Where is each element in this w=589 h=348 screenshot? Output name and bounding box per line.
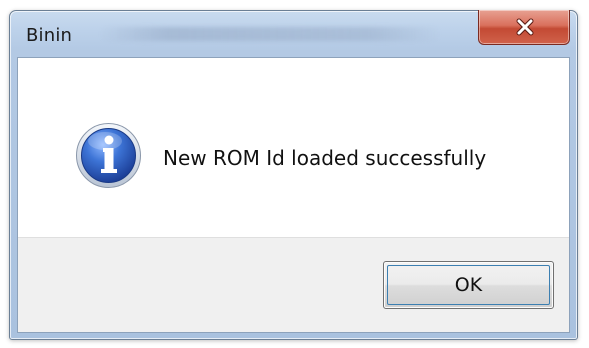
window-title: Binin xyxy=(26,25,73,46)
close-icon xyxy=(516,18,534,36)
button-bar: OK xyxy=(18,237,569,332)
dialog-client-area: New ROM Id loaded successfully OK xyxy=(17,57,570,333)
message-dialog-window: Binin New ROM Id loaded successfully OK xyxy=(9,10,578,340)
title-bar[interactable]: Binin xyxy=(10,10,577,57)
message-area: New ROM Id loaded successfully xyxy=(18,58,569,237)
blurred-title-background xyxy=(100,27,440,41)
dialog-message: New ROM Id loaded successfully xyxy=(163,146,487,170)
close-button[interactable] xyxy=(478,10,570,45)
info-icon xyxy=(76,123,141,188)
ok-button[interactable]: OK xyxy=(383,261,554,309)
ok-button-label: OK xyxy=(454,274,483,296)
